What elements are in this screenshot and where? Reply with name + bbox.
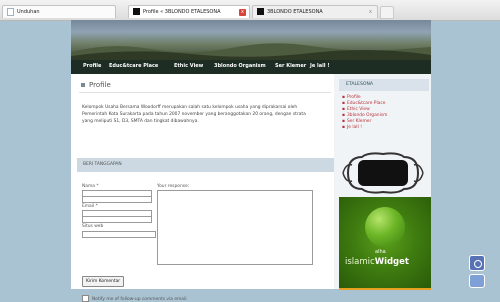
floating-square-button[interactable] [469,274,485,288]
sidebar: ETALESONA Profile Educ&tcare Place Ethic… [334,74,431,290]
notify-option[interactable]: Notify me of follow-up comments via emai… [82,295,188,302]
web-page: Profile Educ&tcare Place Ethic View 3blo… [71,20,431,302]
notify-checkbox[interactable] [82,295,89,302]
document-icon [7,7,14,16]
widget-title: islamicWidget [345,257,409,267]
divider [79,92,331,93]
response-label: Your response: [157,184,190,189]
page-title-text: Profile [89,81,111,89]
ornamental-frame-image [342,152,424,194]
close-tab-icon[interactable]: x [239,9,246,16]
hills-graphic [71,43,431,60]
sidebar-title: ETALESONA [339,79,429,91]
website-field[interactable] [82,231,156,238]
nav-item-education[interactable]: Educ&tcare Place [109,63,158,69]
new-tab-button[interactable] [380,6,394,19]
profile-paragraph: Kelompok Usaha Bersama Woodorff merupaka… [82,105,306,124]
name-label: Nama * [82,184,99,189]
notify-label: Notify me of follow-up comments via emai… [92,297,188,302]
widget-title-light: islamic [345,257,375,267]
submit-comment-button[interactable]: Kirim Komentar [82,276,124,287]
nav-item-ethic-view[interactable]: Ethic View [174,63,203,69]
widget-alha-text: alha [375,249,386,255]
website-label: Situs web [82,224,104,229]
header-landscape-image [71,20,431,60]
nav-item-jelali[interactable]: Je lalI ! [310,63,330,69]
response-textarea[interactable] [157,190,313,265]
islamic-widget-banner[interactable]: alha islamicWidget [339,197,431,289]
floating-circle-button[interactable] [469,255,485,271]
tab-label: Profile « 3BLONDO ETALESONA [143,9,221,15]
name-field-lower[interactable] [82,196,152,203]
main-content: Profile Kelompok Usaha Bersama Woodorff … [71,74,334,302]
circle-icon [474,260,482,268]
sidebar-link-jelali[interactable]: Je lalI ! [342,125,387,131]
nav-item-klemer[interactable]: Ser Klemer [275,63,306,69]
browser-tab-etalesona[interactable]: 3BLONDO ETALESONA x [252,5,378,18]
page-title: Profile [81,81,111,89]
sidebar-links: Profile Educ&tcare Place Ethic View 3blo… [342,95,387,131]
main-nav: Profile Educ&tcare Place Ethic View 3blo… [71,60,431,74]
nav-item-organism[interactable]: 3blondo Organism [214,63,266,69]
browser-tab-unduhan[interactable]: Unduhan [2,5,116,18]
email-field-lower[interactable] [82,216,152,223]
nav-item-profile[interactable]: Profile [83,63,101,69]
email-label: Email * [82,204,98,209]
close-tab-icon[interactable]: x [367,9,374,16]
orange-strip [339,288,431,290]
tab-label: 3BLONDO ETALESONA [267,9,323,15]
black-square-icon [133,8,140,15]
title-bullet-icon [81,83,85,87]
comment-section-heading: BERI TANGGAPAN [77,158,334,172]
globe-icon [365,207,405,247]
widget-title-bold: Widget [374,257,409,267]
browser-tab-strip: Unduhan Profile « 3BLONDO ETALESONA x 3B… [0,0,500,21]
tab-label: Unduhan [17,9,40,15]
black-square-icon [257,8,264,15]
browser-tab-profile[interactable]: Profile « 3BLONDO ETALESONA x [128,5,250,18]
